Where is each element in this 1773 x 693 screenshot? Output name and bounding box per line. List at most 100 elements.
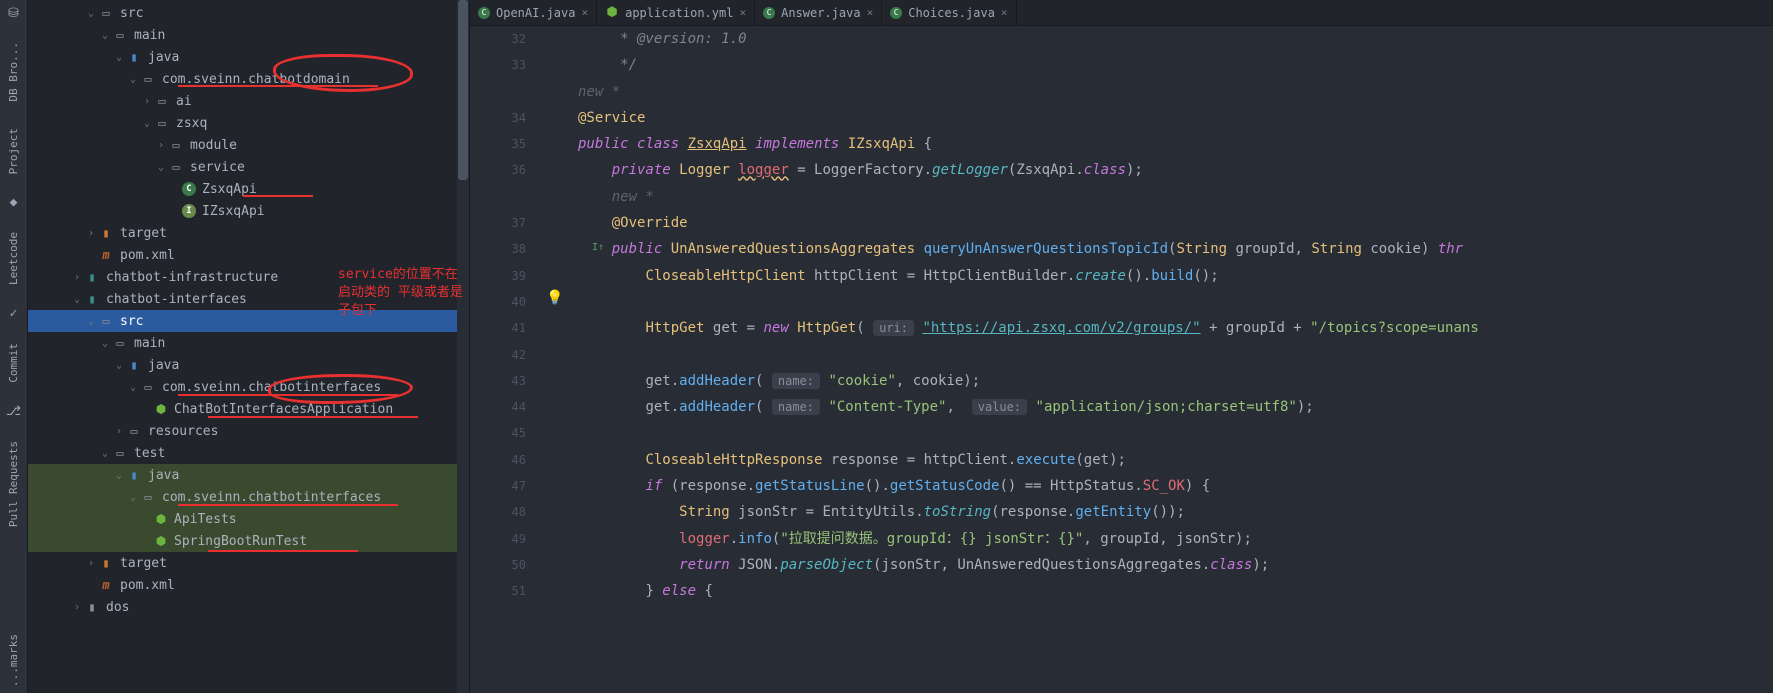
java-class-icon: C — [478, 7, 490, 19]
tree-item[interactable]: ⌄▭main — [28, 332, 469, 354]
maven-icon: m — [98, 247, 114, 263]
tree-item[interactable]: ›▮chatbot-infrastructure — [28, 266, 469, 288]
chevron-right-icon[interactable]: › — [112, 426, 126, 437]
chevron-down-icon[interactable]: ⌄ — [98, 338, 112, 349]
tree-item[interactable]: ⌄▮java — [28, 46, 469, 68]
tree-item[interactable]: ›▮target — [28, 552, 469, 574]
tree-item-label: dos — [106, 600, 129, 615]
tree-item[interactable]: ⌄▭zsxq — [28, 112, 469, 134]
folder-blue-icon: ▮ — [126, 467, 142, 483]
chevron-down-icon[interactable]: ⌄ — [126, 74, 140, 85]
tree-item[interactable]: ·CZsxqApi — [28, 178, 469, 200]
tree-item[interactable]: ⌄▭main — [28, 24, 469, 46]
chevron-down-icon[interactable]: ⌄ — [126, 492, 140, 503]
tree-item[interactable]: ⌄▭ com.sveinn.chatbotdomain — [28, 68, 469, 90]
tree-item-label: module — [190, 138, 237, 153]
line-number: 42 — [470, 342, 526, 368]
tree-item-label: IZsxqApi — [202, 204, 265, 219]
chevron-right-icon[interactable]: › — [140, 96, 154, 107]
tree-item[interactable]: ⌄▮java — [28, 354, 469, 376]
tree-item[interactable]: ·⬢SpringBootRunTest — [28, 530, 469, 552]
tree-item[interactable]: ›▭ai — [28, 90, 469, 112]
java-class-icon: C — [890, 7, 902, 19]
editor-tab[interactable]: ⬢application.yml× — [597, 0, 755, 25]
tree-item[interactable]: ⌄▭src — [28, 310, 469, 332]
folder-orange-icon: ▮ — [98, 555, 114, 571]
code-editor[interactable]: * @version: 1.0 */new *@Servicepublic cl… — [568, 26, 1773, 693]
line-number — [470, 79, 526, 105]
tree-item[interactable]: ⌄▭service — [28, 156, 469, 178]
intention-bulb-icon[interactable]: 💡 — [546, 290, 563, 306]
project-tree-panel: ⌄▭src⌄▭main⌄▮java⌄▭com.sveinn.chatbotdom… — [28, 0, 470, 693]
tree-item[interactable]: ⌄▮chatbot-interfaces — [28, 288, 469, 310]
pr-icon[interactable]: ⎇ — [5, 403, 23, 421]
chevron-down-icon[interactable]: ⌄ — [84, 316, 98, 327]
interface-icon: I — [182, 204, 196, 218]
tree-item[interactable]: ·mpom.xml — [28, 244, 469, 266]
tree-item-label: main — [134, 28, 165, 43]
tree-item[interactable]: ⌄▮java — [28, 464, 469, 486]
line-number: 38 — [470, 236, 526, 262]
folder-orange-icon: ▮ — [98, 225, 114, 241]
tool-pr[interactable]: Pull Requests — [5, 435, 22, 533]
tree-item[interactable]: ›▮target — [28, 222, 469, 244]
line-number: 51 — [470, 578, 526, 604]
chevron-down-icon[interactable]: ⌄ — [84, 8, 98, 19]
tree-item[interactable]: ·IIZsxqApi — [28, 200, 469, 222]
tool-db[interactable]: DB Bro... — [5, 36, 22, 108]
chevron-down-icon[interactable]: ⌄ — [98, 30, 112, 41]
db-icon[interactable]: ⛁ — [5, 4, 23, 22]
chevron-down-icon[interactable]: ⌄ — [112, 52, 126, 63]
line-number: 35 — [470, 131, 526, 157]
tree-item[interactable]: ⌄▭ com.sveinn.chatbotinterfaces — [28, 486, 469, 508]
tree-item[interactable]: ›▭resources — [28, 420, 469, 442]
tree-item-label: com.sveinn.chatbotinterfaces — [162, 490, 381, 505]
chevron-right-icon[interactable]: › — [70, 602, 84, 613]
tree-scrollbar[interactable] — [457, 0, 469, 693]
chevron-down-icon[interactable]: ⌄ — [154, 162, 168, 173]
tool-commit[interactable]: Commit — [5, 337, 22, 389]
chevron-right-icon[interactable]: › — [84, 228, 98, 239]
editor-tab[interactable]: COpenAI.java× — [470, 0, 597, 25]
folder-teal-icon: ▮ — [84, 269, 100, 285]
tree-item-label: pom.xml — [120, 578, 175, 593]
line-gutter: 3233343536373839404142434445464748495051 — [470, 26, 540, 693]
chevron-right-icon[interactable]: › — [84, 558, 98, 569]
tree-item-label: com.sveinn.chatbotdomain — [162, 72, 350, 87]
line-number: 34 — [470, 105, 526, 131]
close-icon[interactable]: × — [1001, 6, 1008, 19]
tree-item[interactable]: ·⬢ChatBotInterfacesApplication — [28, 398, 469, 420]
editor-tab[interactable]: CChoices.java× — [882, 0, 1016, 25]
leetcode-icon[interactable]: ◆ — [5, 194, 23, 212]
package-icon: ▭ — [140, 489, 156, 505]
tree-item[interactable]: ⌄▭src — [28, 2, 469, 24]
chevron-right-icon[interactable]: › — [70, 272, 84, 283]
commit-icon[interactable]: ✓ — [5, 305, 23, 323]
chevron-down-icon[interactable]: ⌄ — [112, 470, 126, 481]
folder-open-icon: ▭ — [112, 335, 128, 351]
tree-item[interactable]: ·mpom.xml — [28, 574, 469, 596]
tree-item[interactable]: ›▮dos — [28, 596, 469, 618]
editor-tab[interactable]: CAnswer.java× — [755, 0, 882, 25]
chevron-down-icon[interactable]: ⌄ — [70, 294, 84, 305]
tree-item[interactable]: ⌄▭test — [28, 442, 469, 464]
close-icon[interactable]: × — [867, 6, 874, 19]
package-icon: ▭ — [140, 71, 156, 87]
tool-bookmarks[interactable]: ...marks — [5, 628, 22, 693]
chevron-down-icon[interactable]: ⌄ — [126, 382, 140, 393]
spring-icon: ⬢ — [154, 534, 168, 548]
chevron-right-icon[interactable]: › — [154, 140, 168, 151]
close-icon[interactable]: × — [739, 6, 746, 19]
chevron-down-icon[interactable]: ⌄ — [112, 360, 126, 371]
tool-project[interactable]: Project — [5, 122, 22, 180]
implements-icon[interactable]: I↑ — [592, 242, 604, 253]
close-icon[interactable]: × — [581, 6, 588, 19]
chevron-down-icon[interactable]: ⌄ — [140, 118, 154, 129]
tree-item[interactable]: ›▭module — [28, 134, 469, 156]
tree-item[interactable]: ·⬢ApiTests — [28, 508, 469, 530]
chevron-down-icon[interactable]: ⌄ — [98, 448, 112, 459]
tree-item[interactable]: ⌄▭com.sveinn.chatbotinterfaces — [28, 376, 469, 398]
tool-leetcode[interactable]: Leetcode — [5, 226, 22, 291]
line-number: 37 — [470, 210, 526, 236]
tree-item-label: ZsxqApi — [202, 182, 257, 197]
